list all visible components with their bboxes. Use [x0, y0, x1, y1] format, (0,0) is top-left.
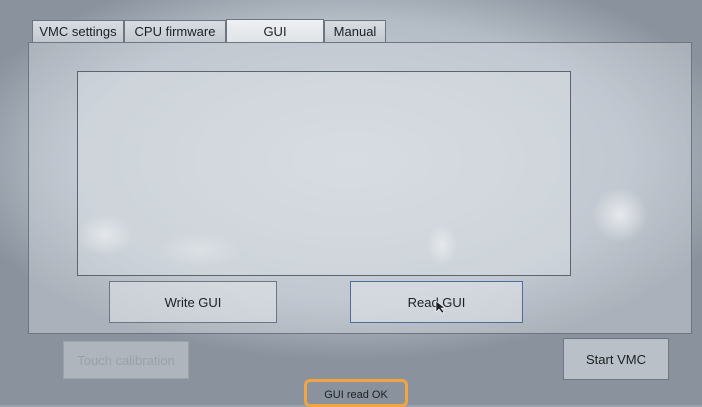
pointer-cursor-icon [435, 300, 447, 319]
write-gui-button[interactable]: Write GUI [109, 281, 277, 323]
tab-gui[interactable]: GUI [226, 19, 324, 43]
status-message: GUI read OK [304, 379, 408, 407]
touch-calibration-button[interactable]: Touch calibration [63, 341, 189, 379]
tab-cpu-firmware[interactable]: CPU firmware [124, 20, 226, 42]
gui-display-area [77, 71, 571, 276]
start-vmc-button[interactable]: Start VMC [563, 338, 669, 380]
gui-tab-panel: Write GUI Read GUI [28, 42, 692, 334]
tab-manual[interactable]: Manual [324, 20, 386, 42]
tab-vmc-settings[interactable]: VMC settings [32, 20, 124, 42]
